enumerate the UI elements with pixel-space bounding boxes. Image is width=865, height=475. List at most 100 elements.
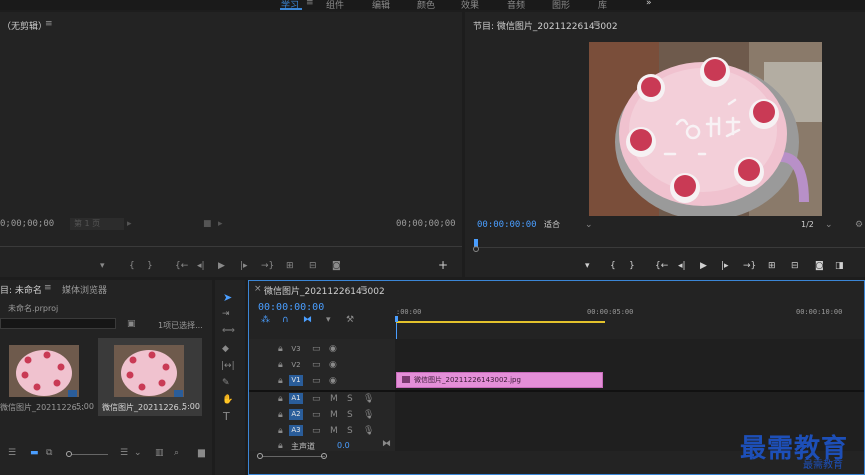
program-zoom-handle[interactable]: [473, 246, 479, 252]
sync-lock-icon[interactable]: ▭: [312, 344, 321, 354]
program-step-back-icon[interactable]: ◂|: [678, 261, 686, 271]
razor-tool-icon[interactable]: ◆: [222, 344, 229, 354]
sync-lock-icon[interactable]: ▭: [312, 394, 321, 404]
lock-icon[interactable]: 🔒︎: [278, 394, 283, 404]
snap-icon[interactable]: ∩: [282, 315, 289, 325]
source-marker-icon[interactable]: ▾: [100, 261, 105, 271]
project-item[interactable]: 微信图片_20211226... 5:00: [0, 338, 96, 416]
source-monitor-menu-icon[interactable]: ≡: [45, 19, 53, 29]
timeline-clip[interactable]: 微信图片_20211226143002.jpg: [396, 372, 603, 388]
mute-button[interactable]: M: [330, 410, 338, 420]
project-sort-dropdown-icon[interactable]: ⌄: [134, 448, 142, 458]
program-scrubber[interactable]: [475, 247, 865, 248]
type-tool-icon[interactable]: T: [223, 411, 230, 422]
track-a1-label[interactable]: A1: [289, 393, 303, 404]
microphone-icon[interactable]: 🎙︎: [363, 426, 374, 436]
slip-tool-icon[interactable]: |↔|: [221, 361, 235, 371]
timeline-horizontal-scrollbar[interactable]: [263, 456, 325, 457]
master-volume-value[interactable]: 0.0: [337, 441, 350, 450]
solo-button[interactable]: S: [347, 426, 353, 436]
lock-icon[interactable]: 🔒︎: [278, 426, 283, 436]
project-menu-icon[interactable]: ≡: [44, 283, 52, 293]
project-zoom-slider[interactable]: [72, 454, 108, 455]
source-play-icon[interactable]: ▶: [218, 261, 225, 271]
source-timecode-left[interactable]: 0;00;00;00: [0, 219, 54, 229]
source-step-forward-icon[interactable]: |▸: [240, 261, 248, 271]
lock-icon[interactable]: 🔒︎: [278, 360, 283, 370]
program-extract-icon[interactable]: ⊟: [791, 261, 799, 271]
timeline-menu-icon[interactable]: ≡: [360, 284, 368, 294]
program-play-icon[interactable]: ▶: [700, 261, 707, 271]
project-tab[interactable]: 目: 未命名: [0, 283, 42, 296]
project-list-view-icon[interactable]: ☰: [8, 448, 16, 458]
selection-tool-icon[interactable]: ➤: [223, 292, 232, 303]
linked-selection-icon[interactable]: ⧓: [303, 315, 312, 325]
source-timecode-right[interactable]: 00;00;00;00: [396, 219, 456, 229]
program-camera-icon[interactable]: ◙: [815, 261, 824, 271]
lock-icon[interactable]: 🔒︎: [278, 344, 283, 354]
workspace-tab-effects[interactable]: 效果: [461, 0, 479, 11]
program-timecode[interactable]: 00:00:00:00: [477, 220, 537, 230]
workspace-tab-assembly[interactable]: 组件: [326, 0, 344, 11]
lock-icon[interactable]: 🔒︎: [278, 441, 283, 451]
project-new-folder-icon[interactable]: ▆: [198, 448, 205, 458]
program-resolution-dropdown-icon[interactable]: ⌄: [825, 220, 833, 230]
track-v3-label[interactable]: V3: [289, 344, 303, 355]
timeline-zoom-handle-right[interactable]: [321, 453, 327, 459]
program-go-to-in-icon[interactable]: {←: [655, 261, 668, 271]
sync-lock-icon[interactable]: ▭: [312, 410, 321, 420]
microphone-icon[interactable]: 🎙︎: [363, 410, 374, 420]
nest-icon[interactable]: ⁂: [261, 315, 270, 325]
lock-icon[interactable]: 🔒︎: [278, 410, 283, 420]
program-monitor-menu-icon[interactable]: ≡: [593, 19, 601, 29]
program-go-to-out-icon[interactable]: →}: [743, 261, 756, 271]
timeline-timecode[interactable]: 00:00:00:00: [258, 302, 324, 313]
source-page-arrow-icon[interactable]: ▸: [127, 219, 132, 229]
project-search-input[interactable]: [0, 318, 116, 329]
project-item-selected[interactable]: 微信图片_20211226... 5:00: [98, 338, 202, 416]
source-camera-icon[interactable]: ◙: [332, 261, 341, 271]
program-resolution-select[interactable]: 1/2: [801, 219, 841, 231]
project-find-icon[interactable]: ⌕: [174, 448, 179, 458]
program-fit-dropdown-icon[interactable]: ⌄: [585, 220, 593, 230]
sync-lock-icon[interactable]: ▭: [312, 426, 321, 436]
workspace-tab-editing[interactable]: 编辑: [372, 0, 390, 11]
source-overwrite-icon[interactable]: ⊟: [309, 261, 317, 271]
source-scrubber[interactable]: [0, 246, 462, 247]
track-select-tool-icon[interactable]: ⇥: [222, 309, 230, 319]
mute-button[interactable]: M: [330, 426, 338, 436]
eye-icon[interactable]: ◉: [329, 344, 337, 354]
track-a3-label[interactable]: A3: [289, 425, 303, 436]
timeline-settings-icon[interactable]: ⚒: [346, 315, 354, 325]
add-marker-icon[interactable]: ▾: [326, 315, 331, 325]
program-mark-out-icon[interactable]: }: [629, 261, 635, 271]
project-sort-icon[interactable]: ☰: [120, 448, 128, 458]
workspace-menu-icon[interactable]: ≡: [306, 0, 314, 8]
source-mark-out-icon[interactable]: }: [147, 261, 153, 271]
program-mark-in-icon[interactable]: {: [610, 261, 616, 271]
track-v2-label[interactable]: V2: [289, 360, 303, 371]
workspace-tab-graphics[interactable]: 图形: [552, 0, 570, 11]
eye-icon[interactable]: ◉: [329, 376, 337, 386]
solo-button[interactable]: S: [347, 394, 353, 404]
workspace-more-icon[interactable]: »: [646, 0, 652, 8]
project-new-bin-icon[interactable]: ▣: [127, 319, 136, 329]
program-step-forward-icon[interactable]: |▸: [721, 261, 729, 271]
lock-icon[interactable]: 🔒︎: [278, 376, 283, 386]
source-settings-icon[interactable]: ■: [203, 219, 212, 229]
track-v1-label[interactable]: V1: [289, 375, 303, 386]
sync-lock-icon[interactable]: ▭: [312, 360, 321, 370]
source-export-icon[interactable]: ▸: [218, 219, 223, 229]
playhead-handle[interactable]: [395, 316, 398, 322]
project-automate-icon[interactable]: ▥: [155, 448, 164, 458]
eye-icon[interactable]: ◉: [329, 360, 337, 370]
hand-tool-icon[interactable]: ✋: [222, 395, 233, 405]
track-a2-label[interactable]: A2: [289, 409, 303, 420]
project-icon-view-icon[interactable]: ▬: [30, 448, 39, 458]
go-to-end-icon[interactable]: ⧓: [382, 439, 391, 449]
workspace-tab-color[interactable]: 颜色: [417, 0, 435, 11]
work-area-bar[interactable]: [396, 321, 605, 323]
program-lift-icon[interactable]: ⊞: [768, 261, 776, 271]
pen-tool-icon[interactable]: ✎: [222, 378, 230, 388]
microphone-icon[interactable]: 🎙︎: [363, 394, 374, 404]
